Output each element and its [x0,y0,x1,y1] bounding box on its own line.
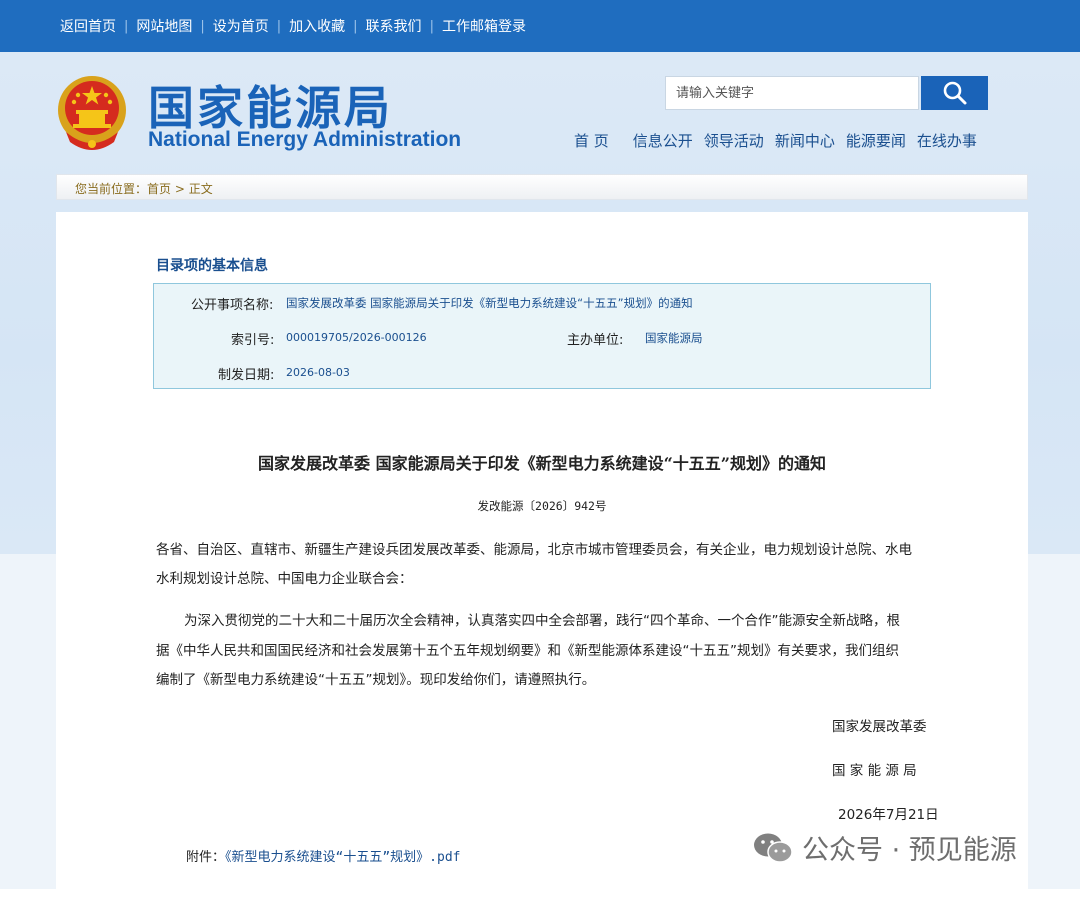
signer-nea: 国 家 能 源 局 [832,763,917,779]
breadcrumb-current: 正文 [188,182,213,196]
date-label: 制发日期: [218,368,275,383]
attachment-label: 附件： [186,850,226,865]
recipients-line-1: 各省、自治区、直辖市、新疆生产建设兵团发展改革委、能源局，北京市城市管理委员会，… [156,542,912,558]
breadcrumb-separator: > [174,182,185,196]
name-label: 公开事项名称: [191,298,274,313]
link-sitemap[interactable]: 网站地图 [136,16,192,36]
info-section-title: 目录项的基本信息 [156,258,268,274]
signing-date: 2026年7月21日 [838,807,939,823]
nav-leadership[interactable]: 领导活动 [704,130,764,151]
body-line-1: 为深入贯彻党的二十大和二十届历次全会精神，认真落实四中全会部署，践行“四个革命、… [184,613,900,629]
info-box: 公开事项名称: 国家发展改革委 国家能源局关于印发《新型电力系统建设“十五五”规… [153,283,931,389]
link-contact[interactable]: 联系我们 [366,16,422,36]
nav-info-disclosure[interactable]: 信息公开 [633,130,693,151]
attachment-link[interactable]: 《新型电力系统建设“十五五”规划》.pdf [225,850,460,865]
nav-online-service[interactable]: 在线办事 [917,130,977,151]
org-label: 主办单位: [567,333,624,348]
org-value: 国家能源局 [645,331,703,345]
main-nav: 首 页 信息公开 领导活动 新闻中心 能源要闻 在线办事 [574,130,988,151]
divider: | [200,18,205,34]
index-label: 索引号: [231,333,275,348]
national-emblem-icon [58,76,126,150]
divider: | [276,18,282,34]
link-add-favorite[interactable]: 加入收藏 [289,16,345,36]
search-input[interactable] [665,76,919,110]
nav-home[interactable]: 首 页 [574,130,609,151]
top-bar: 返回首页 | 网站地图 | 设为首页 | 加入收藏 | 联系我们 | 工作邮箱登… [0,0,1080,52]
date-value: 2026-08-03 [286,366,350,379]
site-title-english: National Energy Administration [148,128,462,151]
document-number: 发改能源〔2026〕942号 [477,499,607,513]
signer-ndrc: 国家发展改革委 [832,719,927,735]
name-value: 国家发展改革委 国家能源局关于印发《新型电力系统建设“十五五”规划》的通知 [286,296,693,310]
breadcrumb-home[interactable]: 首页 [147,182,171,196]
link-set-homepage[interactable]: 设为首页 [213,16,269,36]
link-work-email[interactable]: 工作邮箱登录 [442,16,526,36]
breadcrumb-prefix: 您当前位置： [75,182,148,196]
nav-news-center[interactable]: 新闻中心 [775,130,835,151]
top-links: 返回首页 | 网站地图 | 设为首页 | 加入收藏 | 联系我们 | 工作邮箱登… [60,16,526,36]
body-line-2: 据《中华人民共和国国民经济和社会发展第十五个五年规划纲要》和《新型能源体系建设“… [156,643,899,659]
divider: | [429,18,434,34]
nav-energy-news[interactable]: 能源要闻 [846,130,906,151]
link-home[interactable]: 返回首页 [60,16,116,36]
index-value: 000019705/2026-000126 [286,331,427,344]
body-line-3: 编制了《新型电力系统建设“十五五”规划》。现印发给你们，请遵照执行。 [156,672,596,688]
divider: | [124,18,129,34]
breadcrumb: 您当前位置：首页 > 正文 [56,174,1028,200]
watermark-text: 公众号 · 预见能源 [802,835,1017,866]
divider: | [353,18,358,34]
wechat-icon [754,833,793,863]
document-title: 国家发展改革委 国家能源局关于印发《新型电力系统建设“十五五”规划》的通知 [258,454,826,473]
search-icon [943,81,966,105]
recipients-line-2: 水利规划设计总院、中国电力企业联合会： [156,571,413,587]
search-button[interactable] [921,76,988,110]
attachment: 附件：《新型电力系统建设“十五五”规划》.pdf [186,846,460,865]
watermark: 公众号 · 预见能源 [752,828,1017,867]
